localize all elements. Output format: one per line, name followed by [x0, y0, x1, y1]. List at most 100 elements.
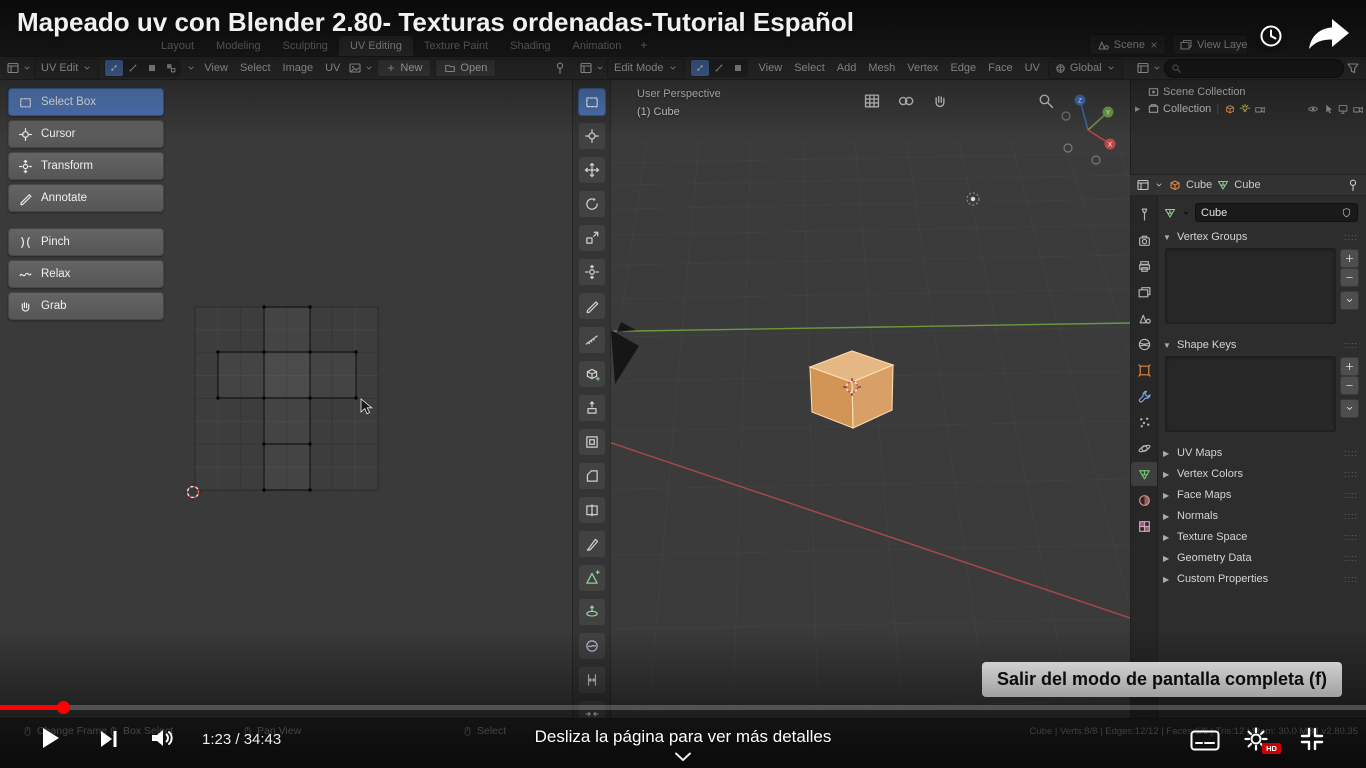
viewport-tool-inset[interactable]: [578, 428, 606, 456]
section-face-maps[interactable]: ▶Face Maps::::: [1163, 486, 1358, 504]
pin-icon[interactable]: [553, 61, 567, 75]
workspace-tab-animation[interactable]: Animation: [562, 36, 633, 56]
tool-transform[interactable]: Transform: [8, 152, 164, 180]
properties-tab-object[interactable]: [1131, 358, 1157, 382]
unlink-scene-icon[interactable]: [1149, 40, 1159, 50]
mesh-data-icon[interactable]: [1163, 206, 1177, 220]
new-image-button[interactable]: New: [377, 59, 431, 77]
viewport-tool-spin[interactable]: [578, 598, 606, 626]
section-normals[interactable]: ▶Normals::::: [1163, 507, 1358, 525]
camera-obj-icon[interactable]: [1254, 103, 1266, 115]
camera-obj-icon[interactable]: [1352, 103, 1364, 115]
chevron-down-icon[interactable]: [674, 752, 692, 762]
filter-icon[interactable]: [1346, 61, 1360, 75]
cube-obj-icon[interactable]: [1224, 103, 1236, 115]
play-button[interactable]: [36, 724, 64, 752]
section-grip[interactable]: ::::: [1344, 340, 1358, 350]
section-grip[interactable]: ::::: [1344, 469, 1358, 479]
properties-tab-output[interactable]: [1131, 254, 1157, 278]
viewport-tool-scale[interactable]: [578, 224, 606, 252]
viewport-tool-loop-cut[interactable]: [578, 496, 606, 524]
outliner-row-collection[interactable]: ▶Collection|: [1135, 100, 1364, 117]
next-button[interactable]: [98, 728, 120, 750]
workspace-tab-shading[interactable]: Shading: [499, 36, 561, 56]
outliner-row-scene-collection[interactable]: Scene Collection: [1135, 83, 1364, 100]
properties-tab-world[interactable]: [1131, 332, 1157, 356]
list-plus-button[interactable]: [1340, 357, 1359, 376]
tool-annotate[interactable]: Annotate: [8, 184, 164, 212]
menu-vertex[interactable]: Vertex: [901, 60, 944, 76]
screen-icon[interactable]: [1337, 103, 1349, 115]
workspace-tab-texture-paint[interactable]: Texture Paint: [413, 36, 499, 56]
list-plus-button[interactable]: [1340, 249, 1359, 268]
volume-button[interactable]: [150, 726, 176, 750]
properties-tab-physics[interactable]: [1131, 436, 1157, 460]
viewport-canvas[interactable]: [573, 80, 1130, 718]
section-grip[interactable]: ::::: [1344, 532, 1358, 542]
grid-toggle-icon[interactable]: [863, 92, 881, 110]
workspace-tab-uv-editing[interactable]: UV Editing: [339, 36, 413, 56]
viewport-tool-cursor[interactable]: [578, 122, 606, 150]
orientation-dropdown[interactable]: Global: [1048, 58, 1123, 79]
section-grip[interactable]: ::::: [1344, 490, 1358, 500]
section-list-box[interactable]: [1165, 356, 1336, 432]
section-grip[interactable]: ::::: [1344, 232, 1358, 242]
properties-tab-view-layer[interactable]: [1131, 280, 1157, 304]
editor-type-icon[interactable]: [1136, 61, 1150, 75]
viewport-tool-add-cube[interactable]: [578, 360, 606, 388]
mesh-select-mode-face-mode[interactable]: [729, 60, 747, 76]
section-custom-properties[interactable]: ▶Custom Properties::::: [1163, 570, 1358, 588]
editor-type-icon[interactable]: [579, 61, 593, 75]
pin-icon[interactable]: [1346, 178, 1360, 192]
list-caret-button[interactable]: [1340, 399, 1359, 418]
properties-tab-tool[interactable]: [1131, 202, 1157, 226]
menu-face[interactable]: Face: [982, 60, 1018, 76]
uv-select-mode-face-mode[interactable]: [143, 60, 161, 76]
menu-view[interactable]: View: [198, 60, 234, 76]
tool-select-box[interactable]: Select Box: [8, 88, 164, 116]
image-datablock-icon[interactable]: [348, 61, 362, 75]
scene-selector[interactable]: Scene: [1089, 34, 1166, 55]
viewport-tool-extrude[interactable]: [578, 394, 606, 422]
section-grip[interactable]: ::::: [1344, 574, 1358, 584]
tool-pinch[interactable]: Pinch: [8, 228, 164, 256]
section-list-box[interactable]: [1165, 248, 1336, 324]
viewport-tool-measure[interactable]: [578, 326, 606, 354]
outliner-search[interactable]: [1164, 59, 1344, 78]
viewport-tool-edge-slide[interactable]: [578, 666, 606, 694]
properties-tab-mesh-data[interactable]: [1131, 462, 1157, 486]
uv-select-mode-vert-mode[interactable]: [105, 60, 123, 76]
spheres-toggle-icon[interactable]: [897, 92, 915, 110]
uv-select-mode-island-mode[interactable]: [162, 60, 180, 76]
workspace-tab-layout[interactable]: Layout: [150, 36, 205, 56]
section-grip[interactable]: ::::: [1344, 553, 1358, 563]
eye-icon[interactable]: [1307, 103, 1319, 115]
menu-add[interactable]: Add: [831, 60, 863, 76]
section-grip[interactable]: ::::: [1344, 448, 1358, 458]
share-button[interactable]: [1306, 16, 1352, 52]
properties-tab-material[interactable]: [1131, 488, 1157, 512]
fullscreen-exit-button[interactable]: [1298, 725, 1326, 753]
sticky-select-icon[interactable]: [186, 61, 196, 75]
section-shape-keys[interactable]: ▼Shape Keys::::: [1163, 336, 1358, 354]
list-minus-button[interactable]: [1340, 268, 1359, 287]
uv-mode-dropdown[interactable]: UV Edit: [34, 58, 99, 79]
section-uv-maps[interactable]: ▶UV Maps::::: [1163, 444, 1358, 462]
view-layer-selector[interactable]: View Layer: [1172, 34, 1248, 55]
properties-tab-render[interactable]: [1131, 228, 1157, 252]
viewport-tool-knife[interactable]: [578, 530, 606, 558]
editor-type-icon[interactable]: [6, 61, 20, 75]
fake-user-icon[interactable]: [1341, 207, 1352, 218]
menu-uv[interactable]: UV: [319, 60, 346, 76]
progress-track[interactable]: [0, 705, 1366, 710]
menu-select[interactable]: Select: [788, 60, 831, 76]
workspace-tab-sculpting[interactable]: Sculpting: [272, 36, 339, 56]
video-title[interactable]: Mapeado uv con Blender 2.80- Texturas or…: [17, 7, 854, 38]
viewport-tool-move[interactable]: [578, 156, 606, 184]
properties-tab-wrench[interactable]: [1131, 384, 1157, 408]
mesh-name-field[interactable]: Cube: [1195, 203, 1358, 222]
section-texture-space[interactable]: ▶Texture Space::::: [1163, 528, 1358, 546]
viewport-tool-rotate[interactable]: [578, 190, 606, 218]
menu-mesh[interactable]: Mesh: [862, 60, 901, 76]
mode-dropdown[interactable]: Edit Mode: [607, 58, 685, 79]
